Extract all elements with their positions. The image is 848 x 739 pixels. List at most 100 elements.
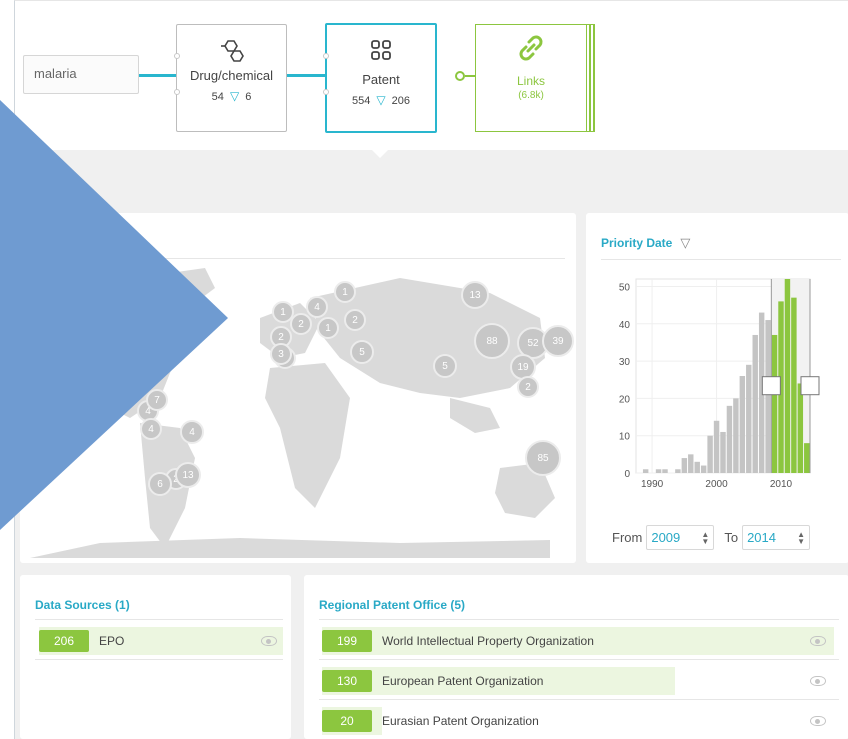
filtered-count: 206 <box>391 95 411 107</box>
eye-icon[interactable] <box>261 636 277 646</box>
item-label: World Intellectual Property Organization <box>382 634 594 648</box>
total-count: 54 <box>211 91 224 103</box>
y-tick-label: 40 <box>619 320 631 331</box>
map-cluster[interactable]: 2 <box>517 376 539 398</box>
histogram-bar <box>662 469 668 473</box>
divider <box>35 659 283 660</box>
histogram-bar <box>797 383 804 473</box>
from-year-stepper[interactable]: 2009 ▲ ▼ <box>646 525 715 550</box>
to-year-stepper[interactable]: 2014 ▲ ▼ <box>742 525 811 550</box>
priority-date-panel: Priority Date ▽ 0 10 20 30 40 50 1990 2000 2010 … <box>586 213 848 563</box>
filter-icon[interactable]: ▽ <box>376 93 385 107</box>
filtered-count: 6 <box>245 91 252 103</box>
stepper-arrows-icon[interactable]: ▲ ▼ <box>797 530 805 545</box>
panel-title: Priority Date <box>601 236 673 250</box>
count-badge: 20 <box>322 710 372 732</box>
histogram-bar <box>700 465 707 473</box>
map-cluster[interactable]: 4 <box>140 418 162 440</box>
map-cluster[interactable]: 5 <box>350 340 374 364</box>
eye-icon[interactable] <box>810 676 826 686</box>
patent-node[interactable]: Patent 554 ▽ 206 <box>323 23 437 133</box>
list-item[interactable]: 130 European Patent Organization <box>322 667 834 695</box>
histogram-bar <box>804 443 810 473</box>
to-label: To <box>724 530 739 545</box>
x-tick-label: 2010 <box>770 479 793 490</box>
from-label: From <box>612 530 643 545</box>
histogram-svg[interactable]: 0 10 20 30 40 50 1990 2000 2010 <box>596 273 826 513</box>
node-title: Drug/chemical <box>189 68 274 83</box>
to-year-value: 2014 <box>747 530 776 545</box>
links-title: Links <box>516 74 545 88</box>
link-port <box>455 71 465 81</box>
map-cluster[interactable]: 6 <box>148 472 172 496</box>
node-title: Patent <box>362 72 400 87</box>
node-stats: 54 ▽ 6 <box>177 89 286 103</box>
molecule-icon <box>220 40 244 62</box>
histogram-bar <box>733 398 739 473</box>
drug-chemical-node[interactable]: Drug/chemical 54 ▽ 6 <box>174 24 287 132</box>
priority-date-header: Priority Date ▽ <box>601 235 690 251</box>
x-tick-label: 1990 <box>641 479 664 490</box>
search-input[interactable]: malaria <box>23 55 139 94</box>
count-badge: 130 <box>322 670 372 692</box>
filter-icon[interactable]: ▽ <box>680 235 690 251</box>
map-cluster[interactable]: 13 <box>461 281 489 309</box>
node-port <box>323 53 329 59</box>
stepper-arrows-icon[interactable]: ▲ ▼ <box>701 530 709 545</box>
total-count: 554 <box>351 95 371 107</box>
histogram-bar <box>655 469 662 473</box>
item-label: European Patent Organization <box>382 674 544 688</box>
map-cluster[interactable]: 2 <box>290 313 312 335</box>
map-cluster[interactable]: 3 <box>270 343 292 365</box>
list-item[interactable]: 20 Eurasian Patent Organization <box>322 707 834 735</box>
main-canvas: 1 4 1 2 2 1 2 2 3 5 13 88 52 39 19 2 5 4… <box>14 150 848 739</box>
divider <box>601 259 841 260</box>
y-tick-label: 50 <box>619 282 631 293</box>
histogram-bar <box>720 431 726 473</box>
map-cluster[interactable]: 4 <box>180 420 204 444</box>
list-item[interactable]: 199 World Intellectual Property Organiza… <box>322 627 834 655</box>
filter-icon[interactable]: ▽ <box>230 89 239 103</box>
eye-icon[interactable] <box>810 636 826 646</box>
from-year-value: 2009 <box>651 530 681 545</box>
node-stats: 554 ▽ 206 <box>327 93 435 107</box>
link-icon <box>519 35 543 61</box>
range-handle[interactable] <box>800 376 820 396</box>
workflow-bar: malaria Drug/chemical 54 ▽ 6 Patent 554 … <box>14 0 848 150</box>
histogram-bar <box>726 405 733 473</box>
count-badge: 199 <box>322 630 372 652</box>
histogram-bar <box>713 420 720 473</box>
histogram-bar <box>791 297 797 473</box>
list-item[interactable]: 206 EPO <box>39 627 283 655</box>
connector-line <box>287 74 325 77</box>
map-cluster[interactable]: 1 <box>317 317 339 339</box>
map-cluster[interactable]: 5 <box>433 354 457 378</box>
date-range-controls: From 2009 ▲ ▼ To 2014 ▲ ▼ <box>612 525 820 550</box>
divider <box>35 619 283 620</box>
x-tick-label: 2000 <box>705 479 728 490</box>
map-cluster[interactable]: 88 <box>474 323 510 359</box>
divider <box>319 699 839 700</box>
regional-patent-office-panel: Regional Patent Office (5) 199 World Int… <box>304 575 848 739</box>
histogram-bar <box>675 469 681 473</box>
map-cluster[interactable]: 1 <box>334 281 356 303</box>
histogram-bar <box>784 279 791 473</box>
priority-date-histogram[interactable]: 0 10 20 30 40 50 1990 2000 2010 <box>596 273 826 513</box>
eye-icon[interactable] <box>810 716 826 726</box>
histogram-bar <box>642 469 649 473</box>
map-cluster[interactable]: 7 <box>146 389 168 411</box>
map-cluster[interactable]: 39 <box>542 325 574 357</box>
histogram-bar <box>694 461 700 473</box>
divider <box>319 659 839 660</box>
map-cluster[interactable]: 2 <box>344 309 366 331</box>
links-node[interactable]: Links (6.8k) <box>475 24 587 132</box>
range-handle[interactable] <box>761 376 781 396</box>
map-cluster[interactable]: 4 <box>306 296 328 318</box>
map-cluster[interactable]: 13 <box>175 462 201 488</box>
y-tick-label: 10 <box>619 432 631 443</box>
count-badge: 206 <box>39 630 89 652</box>
map-cluster[interactable]: 85 <box>525 440 561 476</box>
histogram-bar <box>688 454 694 473</box>
node-port <box>174 89 180 95</box>
panel-title: Data Sources (1) <box>35 598 130 612</box>
